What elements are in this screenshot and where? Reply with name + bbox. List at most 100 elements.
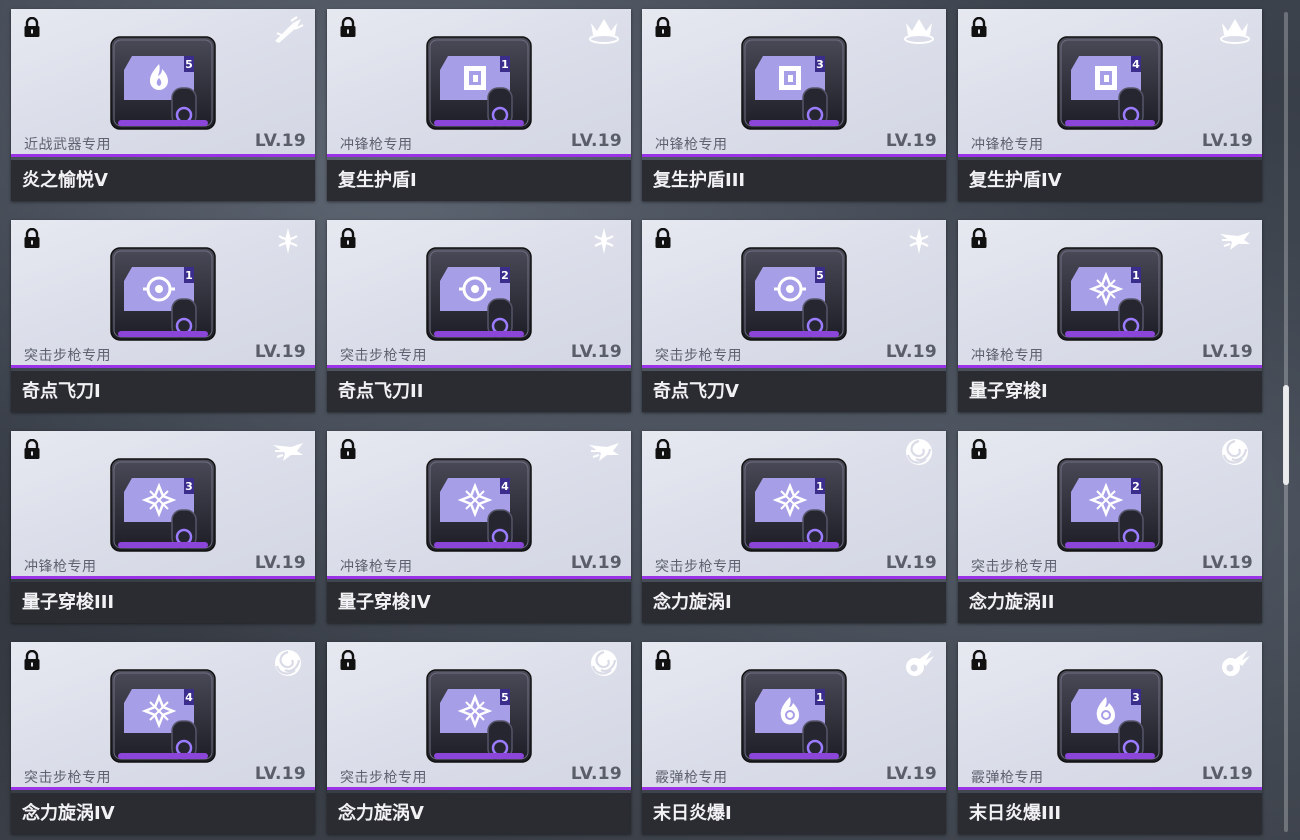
mod-card-preview: 2 突击步枪专用 LV.19 [327,220,631,368]
mod-card[interactable]: 3 冲锋枪专用 LV.19 复生护盾III [642,9,946,201]
mod-category-label: 冲锋枪专用 [971,348,1044,364]
chip-slot-number: 2 [501,269,509,282]
mod-card-preview: 5 突击步枪专用 LV.19 [327,642,631,790]
mod-card[interactable]: 1 冲锋枪专用 LV.19 量子穿梭I [958,220,1262,412]
mod-chip-icon: 4 [426,458,532,552]
chip-slot-number: 4 [501,480,509,493]
lock-icon [24,17,40,37]
shield-square-icon [779,66,801,90]
mod-chip-icon: 5 [426,669,532,763]
lock-icon [340,228,356,248]
mod-card[interactable]: 4 突击步枪专用 LV.19 念力旋涡IV [11,642,315,834]
mod-level-label: LV.19 [885,553,937,573]
mod-card-preview: 5 突击步枪专用 LV.19 [642,220,946,368]
mod-category-label: 突击步枪专用 [971,559,1058,575]
vortex-weapon-icon [906,439,932,465]
chip-slot-number: 3 [1132,691,1140,704]
mod-card-preview: 5 近战武器专用 LV.19 [11,9,315,157]
mod-level-label: LV.19 [1201,131,1253,151]
mod-card[interactable]: 1 冲锋枪专用 LV.19 复生护盾I [327,9,631,201]
mod-card-grid: 5 近战武器专用 LV.19 炎之愉悦V 1 冲锋枪专用 LV.19 复生护盾I… [11,9,1263,839]
mod-card[interactable]: 1 突击步枪专用 LV.19 奇点飞刀I [11,220,315,412]
chip-slot-number: 2 [1132,480,1140,493]
mod-level-label: LV.19 [254,553,306,573]
mod-chip-icon: 1 [426,36,532,130]
mod-chip-icon: 1 [741,669,847,763]
dagger-weapon-icon [909,228,929,254]
mod-card[interactable]: 3 冲锋枪专用 LV.19 量子穿梭III [11,431,315,623]
mod-category-label: 冲锋枪专用 [340,559,413,575]
mod-category-label: 冲锋枪专用 [655,137,728,153]
mod-card[interactable]: 4 冲锋枪专用 LV.19 复生护盾IV [958,9,1262,201]
lock-icon [24,439,40,459]
mod-card-name: 复生护盾I [327,160,631,201]
lock-icon [655,17,671,37]
chip-slot-number: 1 [185,269,193,282]
mod-card-preview: 4 冲锋枪专用 LV.19 [327,431,631,579]
mod-chip-icon: 1 [1057,247,1163,341]
lock-icon [24,228,40,248]
mod-card-preview: 3 霰弹枪专用 LV.19 [958,642,1262,790]
mod-level-label: LV.19 [885,131,937,151]
mod-level-label: LV.19 [570,131,622,151]
chip-slot-number: 5 [816,269,824,282]
mod-level-label: LV.19 [254,342,306,362]
crown-weapon-icon [1220,19,1250,44]
mod-level-label: LV.19 [885,764,937,784]
lock-icon [655,650,671,670]
mod-card[interactable]: 5 突击步枪专用 LV.19 奇点飞刀V [642,220,946,412]
mod-card-name: 奇点飞刀V [642,371,946,412]
chip-slot-number: 4 [185,691,193,704]
mod-card[interactable]: 2 突击步枪专用 LV.19 念力旋涡II [958,431,1262,623]
lock-icon [655,228,671,248]
mod-chip-icon: 1 [110,247,216,341]
chip-slot-number: 1 [816,691,824,704]
wing-weapon-icon [273,443,303,461]
mod-level-label: LV.19 [570,553,622,573]
shield-square-icon [1095,66,1117,90]
mod-category-label: 突击步枪专用 [24,348,111,364]
mod-card[interactable]: 3 霰弹枪专用 LV.19 末日炎爆III [958,642,1262,834]
mod-category-label: 突击步枪专用 [340,770,427,786]
lock-icon [340,439,356,459]
mod-card-preview: 1 突击步枪专用 LV.19 [11,220,315,368]
lock-icon [340,17,356,37]
mod-card-name: 复生护盾IV [958,160,1262,201]
mod-category-label: 近战武器专用 [24,137,111,153]
mod-card[interactable]: 5 突击步枪专用 LV.19 念力旋涡V [327,642,631,834]
scrollbar-thumb[interactable] [1283,385,1289,485]
crown-weapon-icon [589,19,619,44]
mod-card[interactable]: 5 近战武器专用 LV.19 炎之愉悦V [11,9,315,201]
chip-slot-number: 1 [501,58,509,71]
mod-card-name: 末日炎爆I [642,793,946,834]
chip-slot-number: 3 [185,480,193,493]
mod-level-label: LV.19 [254,131,306,151]
mod-chip-icon: 3 [110,458,216,552]
chip-slot-number: 3 [816,58,824,71]
dagger-weapon-icon [594,228,614,254]
dagger-weapon-icon [278,228,298,254]
mod-chip-icon: 5 [741,247,847,341]
mod-card[interactable]: 2 突击步枪专用 LV.19 奇点飞刀II [327,220,631,412]
mod-card-name: 末日炎爆III [958,793,1262,834]
mod-card-name: 炎之愉悦V [11,160,315,201]
mod-card-name: 奇点飞刀I [11,371,315,412]
mod-category-label: 霰弹枪专用 [971,770,1044,786]
lock-icon [655,439,671,459]
mod-chip-icon: 3 [1057,669,1163,763]
mod-card-preview: 4 突击步枪专用 LV.19 [11,642,315,790]
mod-card[interactable]: 4 冲锋枪专用 LV.19 量子穿梭IV [327,431,631,623]
lock-icon [971,17,987,37]
mod-card-preview: 1 突击步枪专用 LV.19 [642,431,946,579]
mod-chip-icon: 5 [110,36,216,130]
mod-level-label: LV.19 [254,764,306,784]
mod-card-name: 念力旋涡II [958,582,1262,623]
lock-icon [971,228,987,248]
mod-card[interactable]: 1 突击步枪专用 LV.19 念力旋涡I [642,431,946,623]
mod-chip-icon: 1 [741,458,847,552]
lock-icon [24,650,40,670]
mod-card[interactable]: 1 霰弹枪专用 LV.19 末日炎爆I [642,642,946,834]
mod-category-label: 突击步枪专用 [655,559,742,575]
mod-card-name: 念力旋涡I [642,582,946,623]
mod-level-label: LV.19 [570,342,622,362]
